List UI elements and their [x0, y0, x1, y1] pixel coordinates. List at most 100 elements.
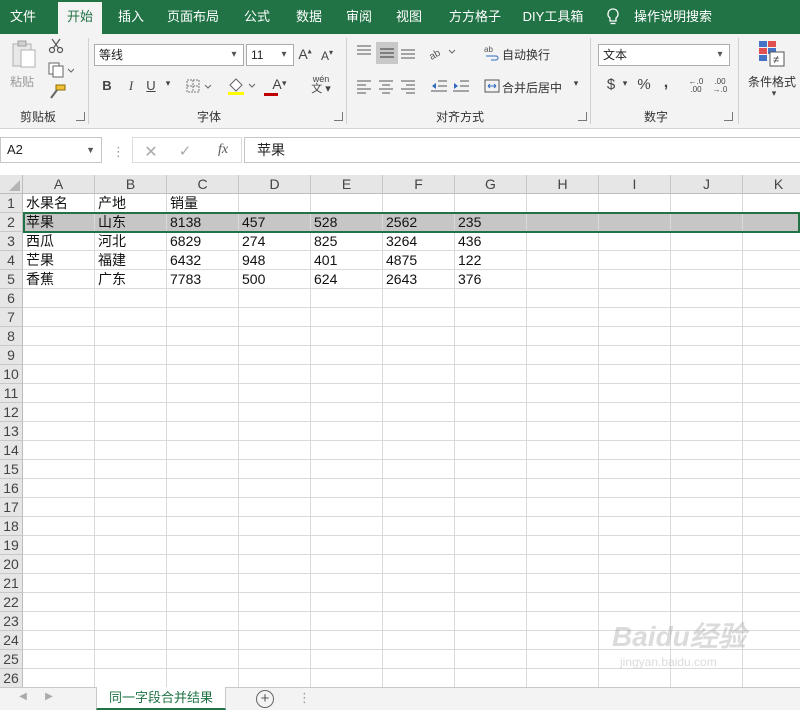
cell-j14[interactable] — [671, 441, 743, 460]
cell-k8[interactable] — [743, 327, 800, 346]
grow-font-icon[interactable]: A▴ — [298, 46, 312, 62]
align-bottom-icon[interactable] — [400, 44, 416, 63]
cell-a13[interactable] — [23, 422, 95, 441]
number-launcher-icon[interactable] — [724, 112, 733, 121]
cell-a2[interactable]: 苹果 — [23, 213, 95, 232]
cell-d3[interactable]: 274 — [239, 232, 311, 251]
cell-d20[interactable] — [239, 555, 311, 574]
underline-button[interactable]: U — [144, 78, 158, 93]
cell-b13[interactable] — [95, 422, 167, 441]
paste-button[interactable]: 粘贴 — [10, 73, 34, 90]
column-header-e[interactable]: E — [311, 175, 383, 194]
column-header-i[interactable]: I — [599, 175, 671, 194]
wrap-text-icon[interactable]: ab — [484, 44, 500, 65]
cell-e13[interactable] — [311, 422, 383, 441]
cell-f11[interactable] — [383, 384, 455, 403]
cell-d24[interactable] — [239, 631, 311, 650]
cell-a9[interactable] — [23, 346, 95, 365]
cell-i1[interactable] — [599, 194, 671, 213]
cell-h14[interactable] — [527, 441, 599, 460]
comma-style-button[interactable]: , — [660, 74, 672, 92]
cell-f16[interactable] — [383, 479, 455, 498]
cell-a23[interactable] — [23, 612, 95, 631]
cell-h4[interactable] — [527, 251, 599, 270]
cell-j7[interactable] — [671, 308, 743, 327]
cut-icon[interactable] — [48, 38, 64, 54]
cell-d6[interactable] — [239, 289, 311, 308]
column-header-c[interactable]: C — [167, 175, 239, 194]
cell-d17[interactable] — [239, 498, 311, 517]
cell-g24[interactable] — [455, 631, 527, 650]
cell-d2[interactable]: 457 — [239, 213, 311, 232]
cell-f7[interactable] — [383, 308, 455, 327]
cell-k7[interactable] — [743, 308, 800, 327]
cell-k10[interactable] — [743, 365, 800, 384]
chevron-down-icon[interactable]: ▾ — [570, 78, 582, 89]
cell-i2[interactable] — [599, 213, 671, 232]
row-header-6[interactable]: 6 — [0, 289, 23, 308]
cell-g22[interactable] — [455, 593, 527, 612]
cell-i6[interactable] — [599, 289, 671, 308]
cell-j5[interactable] — [671, 270, 743, 289]
cell-k5[interactable] — [743, 270, 800, 289]
cell-h23[interactable] — [527, 612, 599, 631]
cell-a15[interactable] — [23, 460, 95, 479]
cell-f12[interactable] — [383, 403, 455, 422]
cell-c5[interactable]: 7783 — [167, 270, 239, 289]
cell-d16[interactable] — [239, 479, 311, 498]
cell-k1[interactable] — [743, 194, 800, 213]
cell-c6[interactable] — [167, 289, 239, 308]
insert-function-button[interactable]: fx — [213, 142, 233, 158]
cell-h15[interactable] — [527, 460, 599, 479]
row-header-2[interactable]: 2 — [0, 213, 23, 232]
cell-e1[interactable] — [311, 194, 383, 213]
row-header-1[interactable]: 1 — [0, 194, 23, 213]
cell-j12[interactable] — [671, 403, 743, 422]
cell-a26[interactable] — [23, 669, 95, 687]
cell-e2[interactable]: 528 — [311, 213, 383, 232]
cell-e26[interactable] — [311, 669, 383, 687]
cell-b23[interactable] — [95, 612, 167, 631]
font-color-icon[interactable]: A ▾ — [262, 76, 292, 96]
row-header-5[interactable]: 5 — [0, 270, 23, 289]
cell-c26[interactable] — [167, 669, 239, 687]
italic-button[interactable]: I — [124, 78, 138, 94]
cell-e20[interactable] — [311, 555, 383, 574]
cell-e4[interactable]: 401 — [311, 251, 383, 270]
cell-h25[interactable] — [527, 650, 599, 669]
cell-k16[interactable] — [743, 479, 800, 498]
cell-b26[interactable] — [95, 669, 167, 687]
cell-g15[interactable] — [455, 460, 527, 479]
cell-i10[interactable] — [599, 365, 671, 384]
cell-k3[interactable] — [743, 232, 800, 251]
cell-d10[interactable] — [239, 365, 311, 384]
cell-e14[interactable] — [311, 441, 383, 460]
column-header-h[interactable]: H — [527, 175, 599, 194]
cell-e17[interactable] — [311, 498, 383, 517]
cell-c24[interactable] — [167, 631, 239, 650]
conditional-formatting-icon[interactable]: ≠ — [758, 40, 786, 68]
cell-d15[interactable] — [239, 460, 311, 479]
align-right-icon[interactable] — [400, 78, 416, 97]
phonetic-guide-icon[interactable]: wén 文 ▾ — [306, 74, 336, 95]
cell-d12[interactable] — [239, 403, 311, 422]
column-header-j[interactable]: J — [671, 175, 743, 194]
cell-e6[interactable] — [311, 289, 383, 308]
cell-b15[interactable] — [95, 460, 167, 479]
cell-h18[interactable] — [527, 517, 599, 536]
cell-c12[interactable] — [167, 403, 239, 422]
shrink-font-icon[interactable]: A▾ — [320, 48, 334, 63]
cell-a19[interactable] — [23, 536, 95, 555]
add-sheet-icon[interactable]: + — [256, 690, 274, 708]
cell-i11[interactable] — [599, 384, 671, 403]
cell-k6[interactable] — [743, 289, 800, 308]
align-top-icon[interactable] — [356, 44, 372, 63]
cell-k21[interactable] — [743, 574, 800, 593]
cell-a8[interactable] — [23, 327, 95, 346]
clipboard-launcher-icon[interactable] — [76, 112, 85, 121]
cell-f1[interactable] — [383, 194, 455, 213]
cell-b17[interactable] — [95, 498, 167, 517]
cell-h16[interactable] — [527, 479, 599, 498]
row-header-22[interactable]: 22 — [0, 593, 23, 612]
cell-j17[interactable] — [671, 498, 743, 517]
